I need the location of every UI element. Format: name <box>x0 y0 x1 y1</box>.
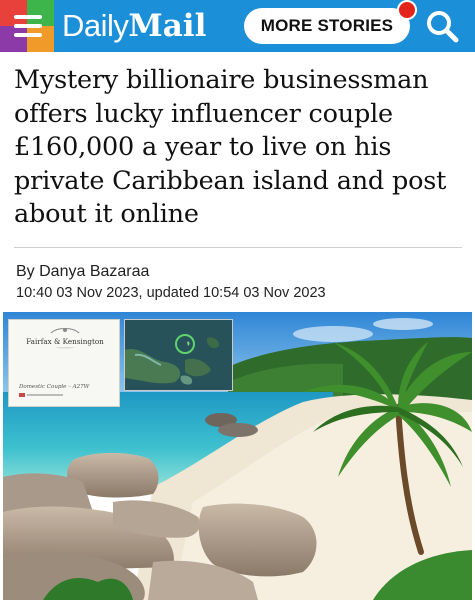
header-bar: DailyMail MORE STORIES <box>0 0 475 52</box>
crest-icon <box>50 328 80 334</box>
search-icon[interactable] <box>424 8 460 44</box>
hamburger-menu-icon-line <box>14 24 42 28</box>
headline-divider <box>14 247 462 248</box>
logo-mail: Mail <box>128 8 207 44</box>
menu-tile-purple <box>0 26 27 52</box>
inset-job-title: Domestic Couple – A27W <box>19 384 90 390</box>
island-satellite-image <box>125 320 232 390</box>
hamburger-menu-icon-line <box>14 33 42 37</box>
logo-daily: Daily <box>62 8 129 43</box>
inset-text-lines <box>56 347 74 349</box>
more-stories-label: MORE STORIES <box>260 16 394 35</box>
inset-tag <box>19 393 63 397</box>
inset-brand-name: Fairfax & Kensington <box>26 337 104 346</box>
hamburger-menu-icon <box>14 15 42 19</box>
inset-job-listing-document: Fairfax & Kensington Domestic Couple – A… <box>8 319 120 407</box>
site-logo[interactable]: DailyMail <box>62 6 206 46</box>
article-dateline: 10:40 03 Nov 2023, updated 10:54 03 Nov … <box>16 285 326 301</box>
menu-tile-orange <box>27 26 54 52</box>
article-hero-image[interactable]: Fairfax & Kensington Domestic Couple – A… <box>3 312 472 600</box>
inset-island-map <box>124 319 233 391</box>
article-byline[interactable]: By Danya Bazaraa <box>16 263 149 281</box>
article-headline: Mystery billionaire businessman offers l… <box>14 65 447 229</box>
menu-tile-green <box>27 0 54 26</box>
notification-dot <box>397 0 417 20</box>
menu-button[interactable] <box>0 0 54 52</box>
more-stories-button[interactable]: MORE STORIES <box>244 8 410 44</box>
menu-tile-red <box>0 0 27 26</box>
